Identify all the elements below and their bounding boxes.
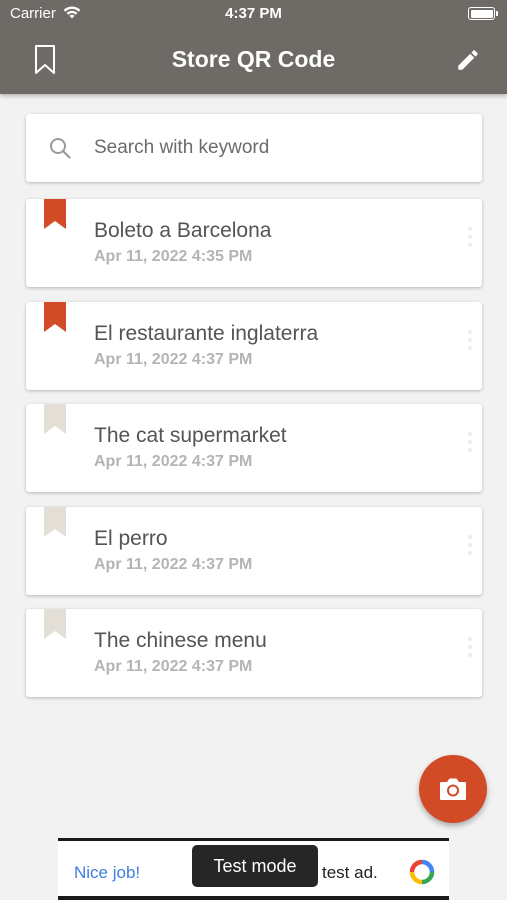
app-screen: Carrier 4:37 PM Store QR Code Boleto [0, 0, 507, 900]
search-bar[interactable] [26, 114, 482, 182]
status-time: 4:37 PM [225, 5, 282, 22]
list-item[interactable]: El restaurante inglaterra Apr 11, 2022 4:… [26, 302, 482, 390]
nav-bar: Store QR Code [0, 30, 507, 94]
item-date: Apr 11, 2022 4:37 PM [94, 453, 253, 470]
ad-logo-icon [409, 859, 435, 885]
more-options-icon[interactable] [466, 227, 474, 255]
item-title: El perro [94, 527, 168, 550]
item-date: Apr 11, 2022 4:37 PM [94, 658, 253, 675]
battery-icon [468, 7, 498, 20]
pencil-icon[interactable] [455, 47, 481, 73]
item-title: The cat supermarket [94, 424, 287, 447]
list-item[interactable]: The cat supermarket Apr 11, 2022 4:37 PM [26, 404, 482, 492]
ad-right-text: test ad. [322, 863, 378, 882]
ad-left-text: Nice job! [74, 863, 141, 882]
more-options-icon[interactable] [466, 330, 474, 358]
list-item[interactable]: The chinese menu Apr 11, 2022 4:37 PM [26, 609, 482, 697]
ad-border [58, 896, 449, 900]
page-title: Store QR Code [171, 46, 336, 72]
list-item[interactable]: El perro Apr 11, 2022 4:37 PM [26, 507, 482, 595]
bookmark-flag-icon[interactable] [44, 507, 66, 537]
bookmark-flag-icon[interactable] [44, 404, 66, 434]
item-title: The chinese menu [94, 629, 267, 652]
item-title: Boleto a Barcelona [94, 219, 272, 242]
bookmark-flag-icon[interactable] [44, 199, 66, 229]
header: Carrier 4:37 PM Store QR Code [0, 0, 507, 94]
test-mode-toast: Test mode [192, 845, 318, 887]
search-input[interactable] [94, 114, 464, 182]
camera-button[interactable] [419, 755, 487, 823]
bookmark-flag-icon[interactable] [44, 609, 66, 639]
more-options-icon[interactable] [466, 535, 474, 563]
item-date: Apr 11, 2022 4:35 PM [94, 248, 253, 265]
item-date: Apr 11, 2022 4:37 PM [94, 556, 253, 573]
more-options-icon[interactable] [466, 432, 474, 460]
more-options-icon[interactable] [466, 637, 474, 665]
list-item[interactable]: Boleto a Barcelona Apr 11, 2022 4:35 PM [26, 199, 482, 287]
item-title: El restaurante inglaterra [94, 322, 319, 345]
search-icon [50, 138, 71, 159]
item-date: Apr 11, 2022 4:37 PM [94, 351, 253, 368]
camera-icon [440, 778, 466, 800]
bookmark-flag-icon[interactable] [44, 302, 66, 332]
status-bar: Carrier 4:37 PM [0, 0, 507, 30]
